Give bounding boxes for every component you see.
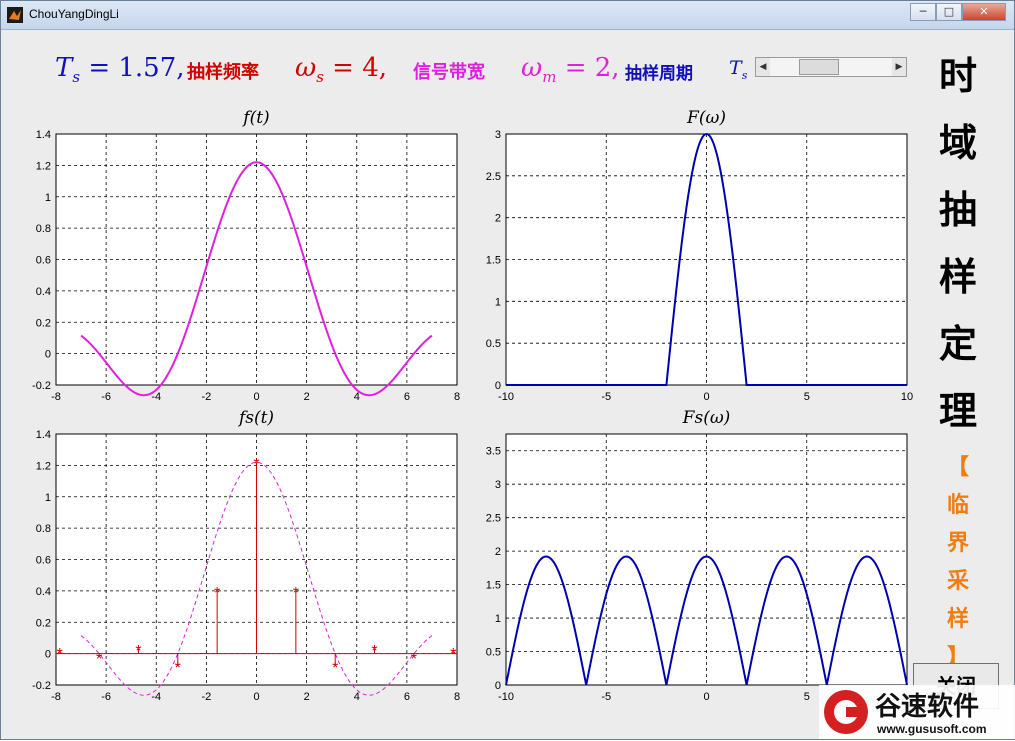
ts-symbol: T — [55, 53, 73, 83]
bandwidth-label: 信号带宽 — [413, 62, 485, 83]
ts-eq: = 1.57, — [88, 53, 185, 83]
side-title-char: 域 — [938, 120, 977, 165]
period-symbol-text: Ts — [729, 57, 747, 82]
slider-thumb[interactable] — [798, 59, 839, 75]
side-title-char: 时 — [938, 53, 977, 98]
slider-right-arrow[interactable]: ▶ — [892, 58, 906, 76]
sampling-period-slider[interactable]: ◀ ▶ — [755, 57, 907, 77]
wm-eq: = 2, — [564, 53, 620, 83]
side-subtitle-char: 界 — [946, 531, 969, 556]
close-window-button[interactable]: ✕ — [962, 3, 1006, 21]
window-title: ChouYangDingLi — [29, 7, 119, 21]
app-window: ChouYangDingLi ─ □ ✕ Ts = 1.57, 抽样频率 ωs … — [0, 0, 1015, 740]
ts-value-text: Ts = 1.57, — [55, 53, 185, 86]
minimize-button[interactable]: ─ — [910, 3, 936, 21]
side-title-char: 样 — [938, 254, 977, 299]
side-subtitle-char: 【 — [946, 455, 969, 480]
watermark-brand: 谷速软件 — [875, 692, 979, 722]
ws-sub: s — [316, 68, 324, 87]
side-subtitle-char: 采 — [946, 569, 969, 594]
matlab-icon — [7, 7, 23, 23]
watermark-logo: 谷速软件 www.gususoft.com — [819, 685, 1015, 739]
wm-value-text: ωm = 2, — [521, 53, 620, 86]
slider-left-arrow[interactable]: ◀ — [756, 58, 770, 76]
figure-client-area: Ts = 1.57, 抽样频率 ωs = 4, 信号带宽 ωm = 2, 抽样周… — [9, 33, 1006, 733]
sample-freq-label: 抽样频率 — [187, 62, 259, 83]
window-controls: ─ □ ✕ — [910, 3, 1006, 21]
maximize-button[interactable]: □ — [936, 3, 962, 21]
period-sub: s — [741, 68, 748, 82]
title-bar[interactable]: ChouYangDingLi ─ □ ✕ — [1, 1, 1014, 30]
side-title-char: 抽 — [938, 187, 977, 232]
watermark-url: www.gususoft.com — [876, 722, 987, 736]
side-subtitle-char: 样 — [946, 607, 969, 632]
ws-symbol: ω — [295, 53, 317, 83]
ws-value-text: ωs = 4, — [295, 53, 387, 86]
wm-sub: m — [542, 68, 557, 87]
header-equation: Ts = 1.57, 抽样频率 ωs = 4, 信号带宽 ωm = 2, 抽样周… — [55, 53, 795, 87]
ts-sub: s — [72, 68, 81, 87]
side-title-char: 定 — [938, 321, 977, 366]
period-label: 抽样周期 — [625, 64, 693, 84]
side-title-char: 理 — [938, 388, 977, 433]
wm-symbol: ω — [521, 53, 543, 83]
side-subtitle-char: 临 — [946, 493, 969, 518]
ws-eq: = 4, — [332, 53, 388, 83]
period-symbol: T — [729, 57, 742, 79]
